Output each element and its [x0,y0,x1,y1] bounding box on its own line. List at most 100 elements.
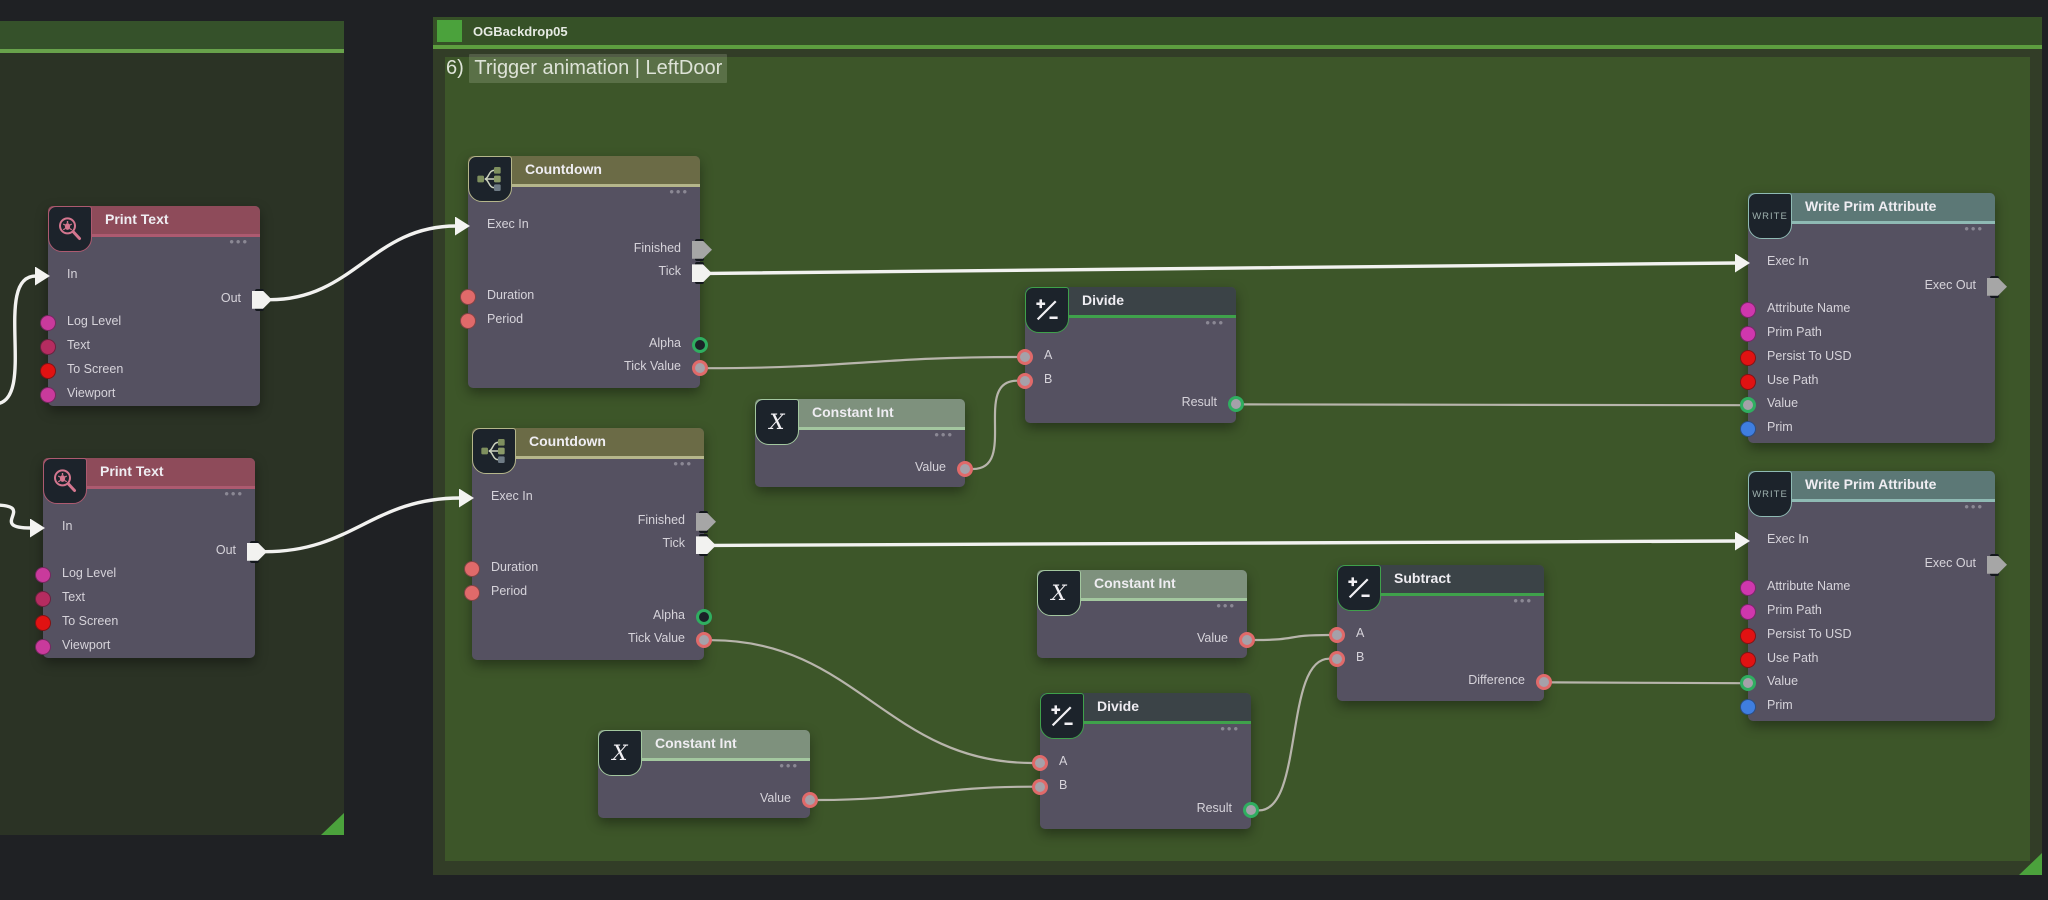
pin-alpha[interactable] [696,609,712,625]
port-label-text: Text [67,338,90,352]
port-label-alpha: Alpha [649,336,681,350]
plus-minus-icon [1032,295,1062,325]
pin-prim-path[interactable] [1740,326,1756,342]
pin-text[interactable] [40,339,56,355]
node-options-icon[interactable]: ••• [934,430,954,440]
pin-period[interactable] [464,585,480,601]
port-label-viewport: Viewport [62,638,110,652]
write-text-icon: WRITE [1752,211,1788,222]
pin-to-screen[interactable] [40,363,56,379]
port-label-difference: Difference [1468,673,1525,687]
pin-attribute-name[interactable] [1740,302,1756,318]
node-options-icon[interactable]: ••• [1513,596,1533,606]
node-print-text-1[interactable]: Print Text•••InOutLog LevelTextTo Screen… [48,206,260,406]
port-label-tick: Tick [663,536,685,550]
backdrop-left-header[interactable] [0,21,344,49]
node-options-icon[interactable]: ••• [229,237,249,247]
port-label-exec-in: Exec In [491,489,533,503]
node-title: Constant Int [812,404,894,420]
port-label-result: Result [1197,801,1232,815]
pin-value[interactable] [1740,397,1756,413]
pin-a[interactable] [1017,349,1033,365]
pin-prim-path[interactable] [1740,604,1756,620]
node-options-icon[interactable]: ••• [1964,502,1984,512]
node-constant-int-1[interactable]: XConstant Int•••Value [755,399,965,487]
node-countdown-2[interactable]: Countdown•••Exec InFinishedTickDurationP… [472,428,704,660]
node-options-icon[interactable]: ••• [673,459,693,469]
backdrop-main-header[interactable]: OGBackdrop05 [433,17,2042,45]
port-label-alpha: Alpha [653,608,685,622]
port-label-out: Out [221,291,241,305]
node-icon-box [1337,565,1381,611]
port-label-tick-value: Tick Value [624,359,681,373]
pin-period[interactable] [460,313,476,329]
node-options-icon[interactable]: ••• [1220,724,1240,734]
pin-prim[interactable] [1740,699,1756,715]
node-title: Countdown [529,433,606,449]
graph-flow-icon [478,435,510,467]
pin-persist-to-usd[interactable] [1740,350,1756,366]
pin-alpha[interactable] [692,337,708,353]
node-constant-int-2[interactable]: XConstant Int•••Value [1037,570,1247,658]
pin-duration[interactable] [464,561,480,577]
svg-text:X: X [1049,581,1067,606]
node-divide-2[interactable]: Divide•••ABResult [1040,693,1251,829]
node-title: Countdown [525,161,602,177]
pin-value[interactable] [802,792,818,808]
pin-use-path[interactable] [1740,374,1756,390]
pin-duration[interactable] [460,289,476,305]
port-label-log-level: Log Level [62,566,116,580]
node-print-text-2[interactable]: Print Text•••InOutLog LevelTextTo Screen… [43,458,255,658]
node-graph-canvas[interactable]: OGBackdrop05 6) Trigger animation | Left… [0,0,2048,900]
node-wpa-2[interactable]: WRITEWrite Prim Attribute•••Exec InExec … [1748,471,1995,721]
pin-to-screen[interactable] [35,615,51,631]
pin-use-path[interactable] [1740,652,1756,668]
pin-log-level[interactable] [35,567,51,583]
node-icon-box: X [598,730,642,776]
backdrop-left[interactable] [0,21,344,835]
port-label-value: Value [915,460,946,474]
port-label-persist-to-usd: Persist To USD [1767,349,1852,363]
port-label-a: A [1356,626,1364,640]
pin-persist-to-usd[interactable] [1740,628,1756,644]
node-subtract-1[interactable]: Subtract•••ABDifference [1337,565,1544,701]
pin-value[interactable] [957,461,973,477]
pin-viewport[interactable] [40,387,56,403]
node-title: Divide [1082,292,1124,308]
pin-a[interactable] [1329,627,1345,643]
node-options-icon[interactable]: ••• [224,489,244,499]
pin-value[interactable] [1239,632,1255,648]
pin-b[interactable] [1017,373,1033,389]
node-options-icon[interactable]: ••• [669,187,689,197]
node-options-icon[interactable]: ••• [779,761,799,771]
port-label-use-path: Use Path [1767,373,1818,387]
node-countdown-1[interactable]: Countdown•••Exec InFinishedTickDurationP… [468,156,700,388]
pin-a[interactable] [1032,755,1048,771]
node-options-icon[interactable]: ••• [1964,224,1984,234]
node-icon-box [1040,693,1084,739]
pin-prim[interactable] [1740,421,1756,437]
pin-attribute-name[interactable] [1740,580,1756,596]
port-label-prim: Prim [1767,698,1793,712]
node-options-icon[interactable]: ••• [1205,318,1225,328]
port-label-to-screen: To Screen [62,614,118,628]
port-label-use-path: Use Path [1767,651,1818,665]
node-options-icon[interactable]: ••• [1216,601,1236,611]
debug-magnifier-icon [55,214,85,244]
pin-viewport[interactable] [35,639,51,655]
port-label-b: B [1356,650,1364,664]
node-divide-1[interactable]: Divide•••ABResult [1025,287,1236,423]
pin-text[interactable] [35,591,51,607]
port-label-period: Period [491,584,527,598]
pin-b[interactable] [1329,651,1345,667]
pin-b[interactable] [1032,779,1048,795]
backdrop-color-swatch-icon[interactable] [437,20,462,42]
node-wpa-1[interactable]: WRITEWrite Prim Attribute•••Exec InExec … [1748,193,1995,443]
port-label-a: A [1044,348,1052,362]
pin-value[interactable] [1740,675,1756,691]
node-constant-int-3[interactable]: XConstant Int•••Value [598,730,810,818]
port-label-attribute-name: Attribute Name [1767,579,1850,593]
backdrop-main-accent-line [433,45,2042,49]
pin-log-level[interactable] [40,315,56,331]
node-icon-box [472,428,516,474]
